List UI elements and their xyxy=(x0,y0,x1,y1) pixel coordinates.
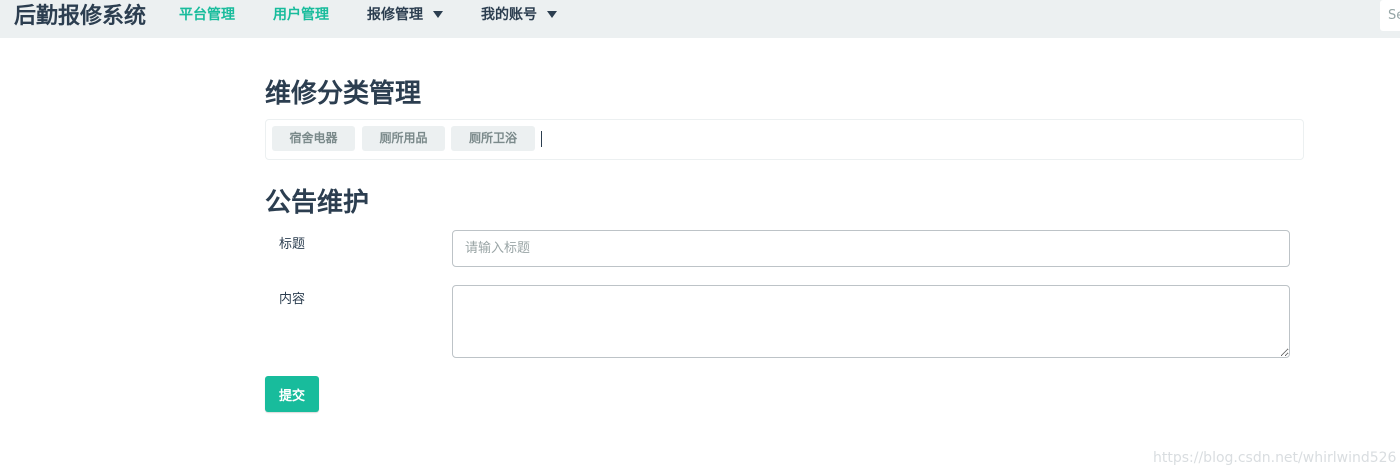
caret-down-icon xyxy=(547,10,557,18)
tag-toilet-supplies[interactable]: 厕所用品 xyxy=(362,126,445,151)
nav-repair-management-label: 报修管理 xyxy=(367,7,423,23)
text-cursor xyxy=(541,131,542,147)
tag-toilet-bathroom[interactable]: 厕所卫浴 xyxy=(451,126,535,151)
content-label: 内容 xyxy=(279,292,306,307)
category-tags-input[interactable]: 宿舍电器 厕所用品 厕所卫浴 xyxy=(265,119,1304,160)
nav-platform-management-label: 平台管理 xyxy=(179,7,235,23)
nav-my-account-dropdown[interactable]: 我的账号 xyxy=(481,0,557,30)
submit-button[interactable]: 提交 xyxy=(265,376,319,412)
brand-logo[interactable]: 后勤报修系统 xyxy=(14,3,146,31)
nav-user-management-label: 用户管理 xyxy=(273,7,329,23)
nav-my-account-label: 我的账号 xyxy=(481,7,537,23)
nav-platform-management[interactable]: 平台管理 xyxy=(179,0,235,30)
notice-maintenance-heading: 公告维护 xyxy=(265,188,370,218)
watermark-text: https://blog.csdn.net/whirlwind526 xyxy=(1153,450,1397,466)
title-input[interactable] xyxy=(452,230,1290,267)
title-label: 标题 xyxy=(279,237,306,252)
category-management-heading: 维修分类管理 xyxy=(265,79,422,109)
nav-repair-management-dropdown[interactable]: 报修管理 xyxy=(367,0,443,30)
tag-dorm-appliances[interactable]: 宿舍电器 xyxy=(272,126,355,151)
navbar: 后勤报修系统 平台管理 用户管理 报修管理 我的账号 xyxy=(0,0,1400,38)
content-textarea[interactable] xyxy=(452,285,1290,358)
search-input[interactable] xyxy=(1380,0,1400,31)
caret-down-icon xyxy=(433,10,443,18)
nav-user-management[interactable]: 用户管理 xyxy=(273,0,329,30)
